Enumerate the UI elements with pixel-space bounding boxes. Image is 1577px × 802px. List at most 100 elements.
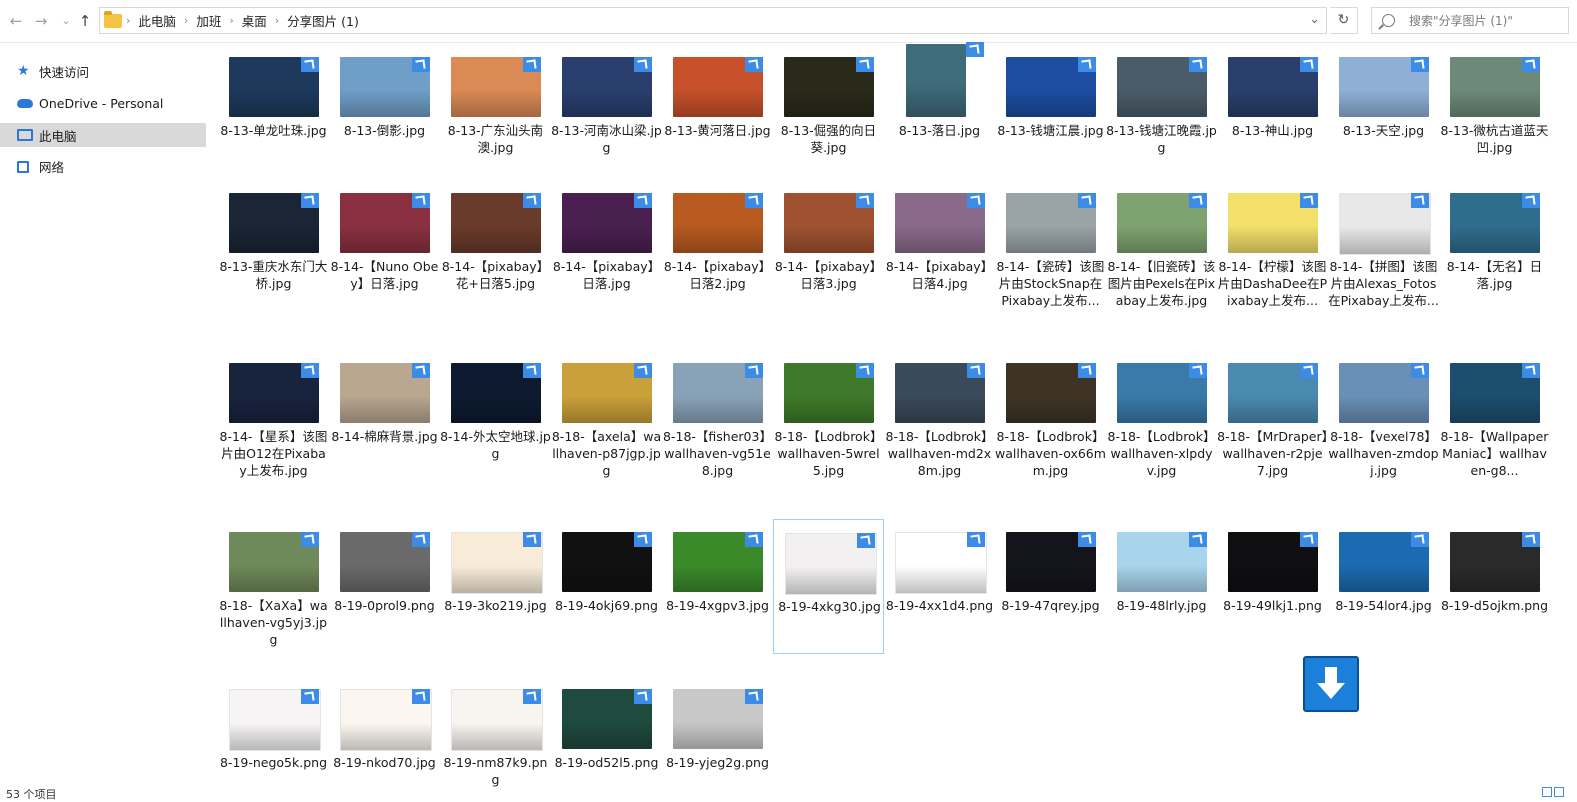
file-name-label: 8-14-外太空地球.jpg <box>440 429 551 461</box>
file-item[interactable]: 8-13-落日.jpg <box>884 42 995 164</box>
file-item[interactable]: 8-14-外太空地球.jpg <box>440 350 551 470</box>
file-item[interactable]: 8-14-【pixabay】日落2.jpg <box>662 180 773 300</box>
file-item[interactable]: 8-19-yjeg2g.png <box>662 676 773 796</box>
file-item[interactable]: 8-13-天空.jpg <box>1328 44 1439 164</box>
file-name-label: 8-19-d5ojkm.png <box>1440 598 1549 613</box>
file-item[interactable]: 8-13-河南冰山梁.jpg <box>551 44 662 164</box>
shortcut-badge-icon <box>301 532 319 547</box>
refresh-button[interactable]: ↻ <box>1330 7 1358 34</box>
shortcut-badge-icon <box>1189 193 1207 208</box>
file-name-label: 8-13-倔强的向日葵.jpg <box>780 123 877 155</box>
shortcut-badge-icon <box>523 532 541 547</box>
file-item[interactable]: 8-18-【WallpaperManiac】wallhaven-g8... <box>1439 350 1550 478</box>
breadcrumb-current-folder[interactable]: 分享图片 (1) <box>287 11 359 30</box>
shortcut-badge-icon <box>634 532 652 547</box>
file-name-label: 8-13-神山.jpg <box>1231 123 1314 138</box>
shortcut-badge-icon <box>412 193 430 208</box>
computer-icon <box>17 127 33 143</box>
file-item[interactable]: 8-19-od52l5.png <box>551 676 662 796</box>
file-item[interactable]: 8-18-【axela】wallhaven-p87jgp.jpg <box>551 350 662 478</box>
breadcrumb-this-pc[interactable]: 此电脑 <box>138 11 176 30</box>
file-item[interactable]: 8-18-【vexel78】wallhaven-zmdopj.jpg <box>1328 350 1439 478</box>
file-item[interactable]: 8-13-单龙吐珠.jpg <box>218 44 329 164</box>
file-item[interactable]: 8-14-【Nuno Obey】日落.jpg <box>329 180 440 300</box>
file-item[interactable]: 8-19-54lor4.jpg <box>1328 519 1439 654</box>
shortcut-badge-icon <box>301 57 319 72</box>
address-bar[interactable]: › 此电脑 › 加班 › 桌面 › 分享图片 (1) ⌄ <box>99 7 1327 34</box>
file-item[interactable]: 8-18-【fisher03】wallhaven-vg51e8.jpg <box>662 350 773 478</box>
file-item[interactable]: 8-18-【XaXa】wallhaven-vg5yj3.jpg <box>218 519 329 654</box>
file-item[interactable]: 8-19-4xkg30.jpg <box>773 519 884 654</box>
file-name-label: 8-19-0prol9.png <box>334 598 435 613</box>
file-name-label: 8-14-【Nuno Obey】日落.jpg <box>330 259 439 291</box>
file-item[interactable]: 8-18-【Lodbrok】wallhaven-md2x8m.jpg <box>884 350 995 478</box>
file-name-label: 8-19-3ko219.jpg <box>444 598 547 613</box>
sidebar-item-quick-access[interactable]: ★ 快速访问 <box>0 59 206 83</box>
sidebar-item-label: OneDrive - Personal <box>39 95 164 111</box>
view-toggle-icons[interactable] <box>1540 786 1570 797</box>
search-box[interactable]: 搜索"分享图片 (1)" <box>1371 7 1569 34</box>
file-name-label: 8-13-广东汕头南澳.jpg <box>447 123 544 155</box>
shortcut-badge-icon <box>1300 57 1318 72</box>
file-name-label: 8-13-重庆水东门大桥.jpg <box>219 259 328 291</box>
file-item[interactable]: 8-14-棉麻背景.jpg <box>329 350 440 470</box>
file-item[interactable]: 8-14-【pixabay】日落4.jpg <box>884 180 995 300</box>
file-name-label: 8-13-黄河落日.jpg <box>664 123 771 138</box>
file-item[interactable]: 8-14-【pixabay】花+日落5.jpg <box>440 180 551 300</box>
file-item[interactable]: 8-19-nkod70.jpg <box>329 676 440 796</box>
file-item[interactable]: 8-14-【拼图】该图片由Alexas_Fotos在Pixabay上发布... <box>1328 180 1439 308</box>
file-name-label: 8-14-【pixabay】日落.jpg <box>552 259 661 291</box>
file-item[interactable]: 8-14-【pixabay】日落3.jpg <box>773 180 884 300</box>
file-item[interactable]: 8-19-48lrly.jpg <box>1106 519 1217 654</box>
file-item[interactable]: 8-13-黄河落日.jpg <box>662 44 773 164</box>
breadcrumb-desktop[interactable]: 桌面 <box>242 11 267 30</box>
file-item[interactable]: 8-18-【MrDraper】wallhaven-r2pje7.jpg <box>1217 350 1328 478</box>
file-item[interactable]: 8-14-【柠檬】该图片由DashaDee在Pixabay上发布... <box>1217 180 1328 308</box>
shortcut-badge-icon <box>1078 363 1096 378</box>
file-item[interactable]: 8-13-神山.jpg <box>1217 44 1328 164</box>
file-item[interactable]: 8-14-【无名】日落.jpg <box>1439 180 1550 300</box>
file-item[interactable]: 8-19-3ko219.jpg <box>440 519 551 654</box>
file-item[interactable]: 8-14-【瓷砖】该图片由StockSnap在Pixabay上发布... <box>995 180 1106 308</box>
file-item[interactable]: 8-14-【星系】该图片由O12在Pixabay上发布.jpg <box>218 350 329 478</box>
search-input[interactable]: 搜索"分享图片 (1)" <box>1409 12 1513 29</box>
file-name-label: 8-13-河南冰山梁.jpg <box>551 123 662 155</box>
file-name-label: 8-13-钱塘江晨.jpg <box>997 123 1104 138</box>
file-item[interactable]: 8-13-倔强的向日葵.jpg <box>773 44 884 164</box>
file-item[interactable]: 8-19-0prol9.png <box>329 519 440 654</box>
sidebar-item-this-pc[interactable]: 此电脑 <box>0 123 206 147</box>
file-item[interactable]: 8-19-4okj69.png <box>551 519 662 654</box>
file-name-label: 8-13-单龙吐珠.jpg <box>220 123 327 138</box>
address-dropdown-button[interactable]: ⌄ <box>1309 12 1320 27</box>
file-item[interactable]: 8-18-【Lodbrok】wallhaven-5wrel5.jpg <box>773 350 884 478</box>
sidebar-item-network[interactable]: 网络 <box>0 154 206 178</box>
file-item[interactable]: 8-19-d5ojkm.png <box>1439 519 1550 654</box>
file-item[interactable]: 8-18-【Lodbrok】wallhaven-xlpdyv.jpg <box>1106 350 1217 478</box>
file-item[interactable]: 8-19-nm87k9.png <box>440 676 551 796</box>
file-item[interactable]: 8-19-4xgpv3.jpg <box>662 519 773 654</box>
file-name-label: 8-18-【MrDraper】wallhaven-r2pje7.jpg <box>1217 429 1328 478</box>
file-item[interactable]: 8-19-nego5k.png <box>218 676 329 796</box>
file-item[interactable]: 8-13-钱塘江晚霞.jpg <box>1106 44 1217 164</box>
file-item[interactable]: 8-19-4xx1d4.png <box>884 519 995 654</box>
shortcut-badge-icon <box>967 193 985 208</box>
back-button[interactable]: ← <box>5 10 27 32</box>
forward-button[interactable]: → <box>30 10 52 32</box>
file-item[interactable]: 8-13-钱塘江晨.jpg <box>995 44 1106 164</box>
chevron-right-icon: › <box>126 14 131 27</box>
file-item[interactable]: 8-13-倒影.jpg <box>329 44 440 164</box>
shortcut-badge-icon <box>1189 57 1207 72</box>
file-item[interactable]: 8-19-49lkj1.png <box>1217 519 1328 654</box>
sidebar-item-onedrive[interactable]: OneDrive - Personal <box>0 91 206 115</box>
file-item[interactable]: 8-13-微杭古道蓝天凹.jpg <box>1439 44 1550 164</box>
up-button[interactable]: ↑ <box>74 10 96 32</box>
shortcut-badge-icon <box>301 193 319 208</box>
network-icon <box>17 158 33 174</box>
file-item[interactable]: 8-14-【旧瓷砖】该图片由Pexels在Pixabay上发布.jpg <box>1106 180 1217 308</box>
file-item[interactable]: 8-19-47qrey.jpg <box>995 519 1106 654</box>
file-item[interactable]: 8-13-广东汕头南澳.jpg <box>440 44 551 164</box>
breadcrumb-overtime[interactable]: 加班 <box>196 11 221 30</box>
file-item[interactable]: 8-13-重庆水东门大桥.jpg <box>218 180 329 300</box>
file-item[interactable]: 8-14-【pixabay】日落.jpg <box>551 180 662 300</box>
file-item[interactable]: 8-18-【Lodbrok】wallhaven-ox66mm.jpg <box>995 350 1106 478</box>
